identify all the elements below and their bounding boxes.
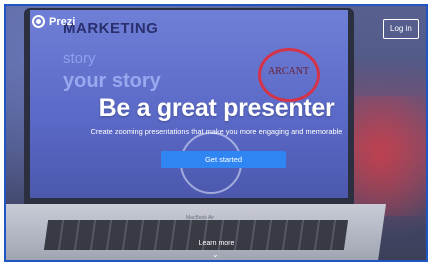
- prezi-logo[interactable]: Prezi: [32, 15, 75, 28]
- hero-headline: Be a great presenter: [98, 94, 335, 122]
- learn-more-link[interactable]: Learn more: [0, 240, 433, 247]
- chevron-down-icon[interactable]: ⌄: [212, 251, 219, 259]
- screen-text-story: story: [63, 50, 96, 67]
- get-started-button[interactable]: Get started: [161, 151, 286, 168]
- prezi-logo-icon: [32, 15, 45, 28]
- hero-subheadline: Create zooming presentations that make y…: [90, 127, 343, 136]
- laptop-brand-label: MacBook Air: [186, 215, 215, 221]
- screen-text-your-story: your story: [63, 70, 161, 92]
- arcant-logo-text: ARCANT: [268, 66, 310, 77]
- screen-text-marketing: MARKETING: [63, 20, 159, 37]
- hero: Be a great presenter Create zooming pres…: [0, 94, 433, 136]
- login-button[interactable]: Log in: [383, 19, 419, 39]
- logo-text: Prezi: [49, 15, 76, 28]
